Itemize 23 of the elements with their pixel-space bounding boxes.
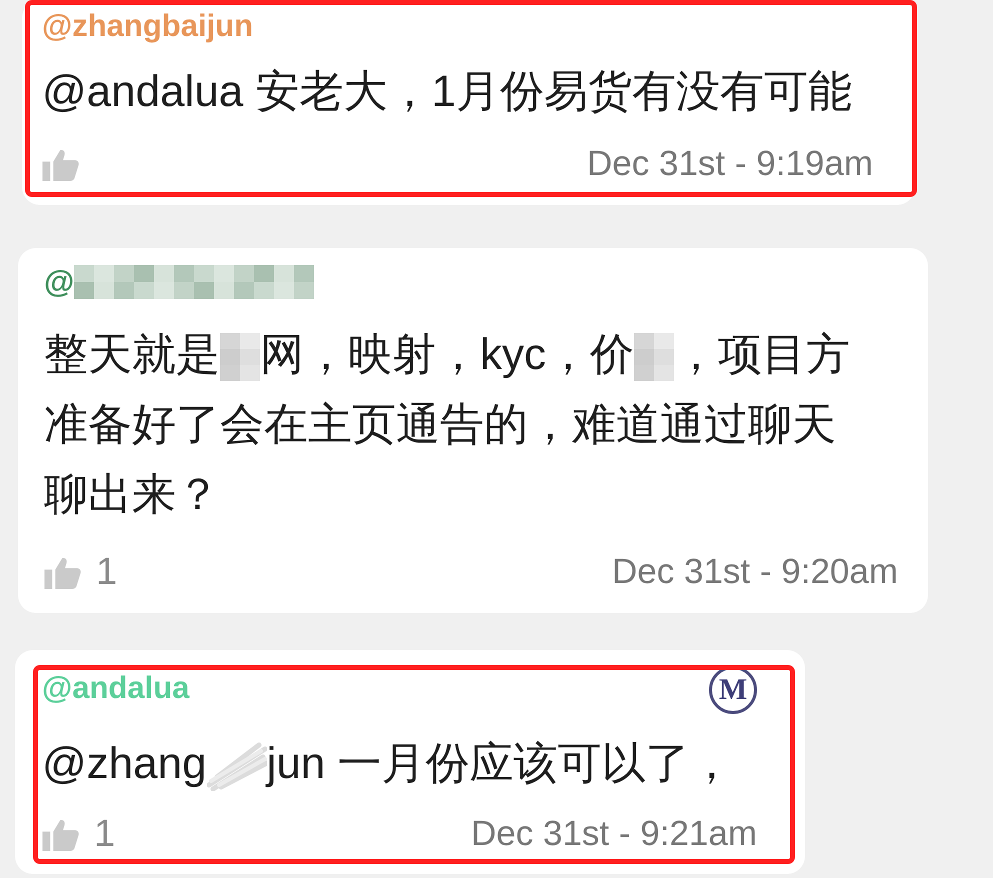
username[interactable]: @ — [44, 264, 74, 300]
pixelated-patch-icon — [220, 333, 260, 382]
message-text: 网，映射，kyc，价 — [260, 330, 634, 379]
timestamp: Dec 31st - 9:19am — [587, 143, 873, 185]
pixelated-patch-icon — [74, 265, 314, 299]
thumbs-up-icon[interactable] — [42, 817, 80, 851]
message-text: jun 一月份应该可以了， — [266, 739, 734, 788]
message-text: @zhang — [42, 739, 207, 788]
message-text: 准备好了会在主页通告的，难道通过聊天 — [44, 400, 836, 449]
thumbs-up-icon[interactable] — [44, 555, 82, 589]
username[interactable]: @zhangbaijun — [42, 8, 254, 44]
like-count: 1 — [96, 550, 118, 594]
thumbs-up-icon[interactable] — [42, 147, 80, 181]
pixelated-patch-icon — [634, 333, 674, 382]
message-text: @andalua 安老大，1月份易货有没有可能 — [42, 67, 852, 116]
like-count: 1 — [94, 812, 116, 856]
username[interactable]: @andalua — [42, 670, 190, 706]
scribble-icon — [206, 741, 267, 792]
message-text: ，项目方 — [674, 330, 850, 379]
timestamp: Dec 31st - 9:20am — [612, 551, 898, 593]
message-text: 整天就是 — [44, 330, 220, 379]
timestamp: Dec 31st - 9:21am — [471, 813, 757, 855]
message-text: 聊出来？ — [44, 470, 220, 519]
